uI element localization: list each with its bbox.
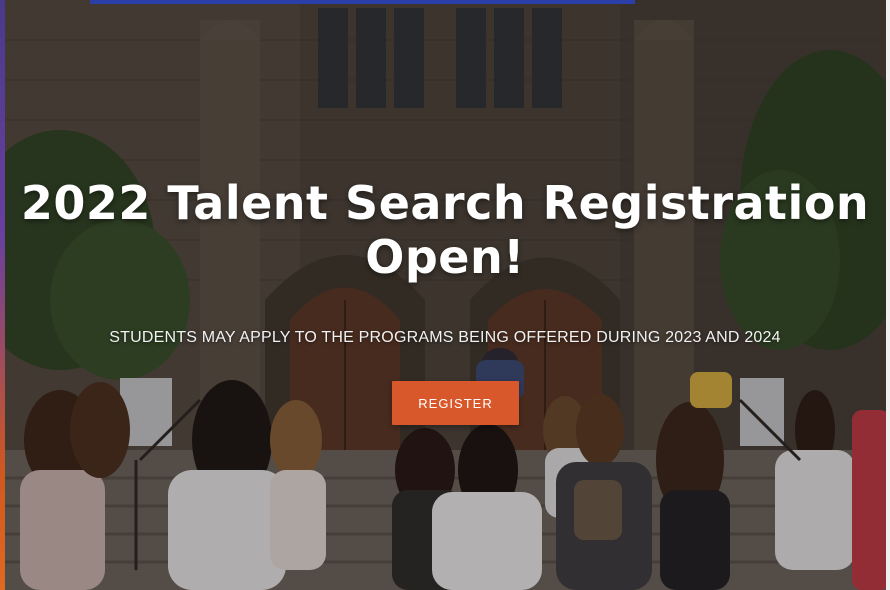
register-button[interactable]: REGISTER [392,381,519,425]
hero-banner: 2022 Talent Search Registration Open! ST… [0,0,890,590]
hero-subheadline: STUDENTS MAY APPLY TO THE PROGRAMS BEING… [109,329,781,346]
headline-line-2: Open! [365,230,525,284]
left-accent-bar [0,0,5,590]
image-dark-overlay [0,0,890,590]
top-accent-bar [90,0,635,4]
right-edge-strip [886,0,890,590]
hero-headline: 2022 Talent Search Registration Open! [0,176,890,284]
headline-line-1: 2022 Talent Search Registration [20,176,870,230]
